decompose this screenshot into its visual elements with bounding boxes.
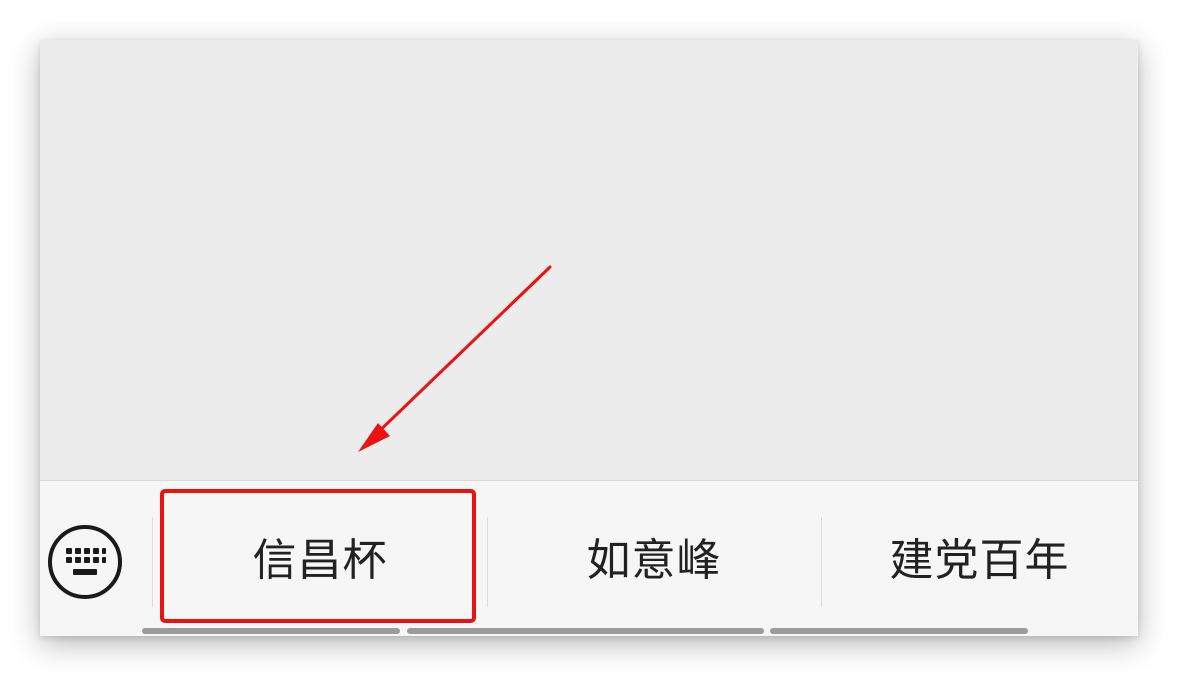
keyboard-toggle-button[interactable] — [46, 523, 124, 601]
suggestion-bar: 信昌杯 如意峰 建党百年 — [40, 480, 1138, 636]
suggestion-chip-2[interactable]: 如意峰 — [487, 481, 821, 631]
scroll-indicator-segment — [407, 628, 764, 634]
scroll-indicator-segment — [770, 628, 1028, 634]
screenshot-stage: 信昌杯 如意峰 建党百年 — [0, 0, 1178, 676]
keyboard-icon — [48, 525, 122, 599]
suggestion-label: 建党百年 — [889, 535, 1070, 586]
suggestion-chip-3[interactable]: 建党百年 — [821, 481, 1138, 631]
app-window: 信昌杯 如意峰 建党百年 — [40, 40, 1138, 636]
content-area — [40, 40, 1138, 480]
scroll-indicator-segment — [142, 628, 400, 634]
suggestion-label: 信昌杯 — [252, 535, 388, 586]
suggestion-chip-1[interactable]: 信昌杯 — [152, 481, 488, 631]
suggestion-label: 如意峰 — [586, 535, 722, 586]
